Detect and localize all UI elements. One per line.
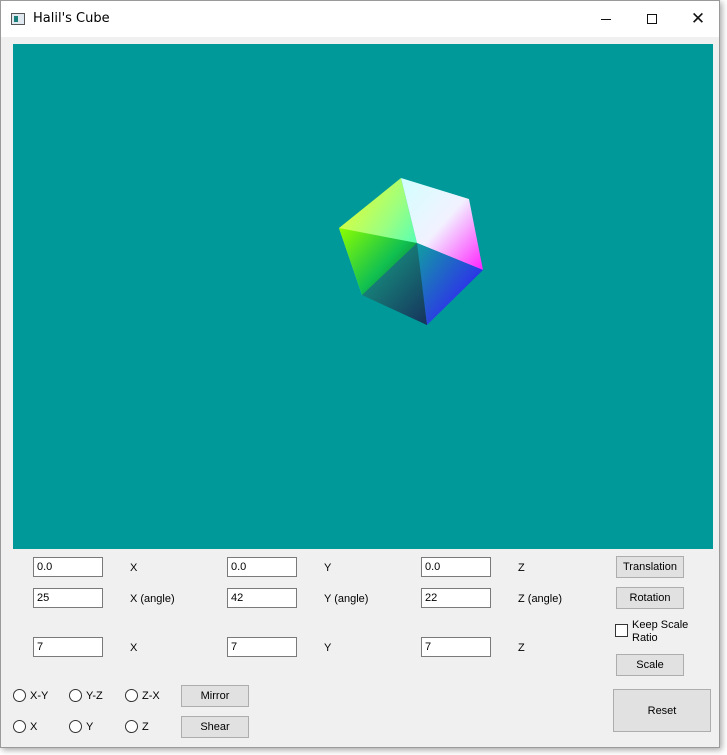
scale-z-input[interactable] <box>421 637 491 657</box>
minimize-icon <box>601 18 611 20</box>
shear-y-label: Y <box>86 721 94 733</box>
window-title: Halil's Cube <box>33 11 110 26</box>
translation-z-input[interactable] <box>421 557 491 577</box>
rotation-button[interactable]: Rotation <box>616 587 684 609</box>
translation-y-input[interactable] <box>227 557 297 577</box>
rotation-x-label: X (angle) <box>130 593 175 605</box>
translation-y-label: Y <box>324 562 332 574</box>
rotation-x-input[interactable] <box>33 588 103 608</box>
mirror-zx-radio[interactable] <box>125 689 138 702</box>
shear-z-radio[interactable] <box>125 720 138 733</box>
rotation-y-input[interactable] <box>227 588 297 608</box>
mirror-button[interactable]: Mirror <box>181 685 249 707</box>
translation-button[interactable]: Translation <box>616 556 684 578</box>
keep-scale-ratio-checkbox[interactable] <box>615 624 628 637</box>
translation-x-input[interactable] <box>33 557 103 577</box>
shear-x-label: X <box>30 721 38 733</box>
scale-x-label: X <box>130 642 138 654</box>
shear-button[interactable]: Shear <box>181 716 249 738</box>
scale-button[interactable]: Scale <box>616 654 684 676</box>
shear-x-radio[interactable] <box>13 720 26 733</box>
shear-y-radio[interactable] <box>69 720 82 733</box>
rgb-cube <box>339 178 483 325</box>
translation-x-label: X <box>130 562 138 574</box>
mirror-xy-radio[interactable] <box>13 689 26 702</box>
app-window: Halil's Cube ✕ 0.0 X 0.0 Y 0.0 Z Transla… <box>0 0 720 748</box>
scale-y-input[interactable] <box>227 637 297 657</box>
mirror-zx-label: Z-X <box>142 690 160 702</box>
scale-x-input[interactable] <box>33 637 103 657</box>
mirror-yz-radio[interactable] <box>69 689 82 702</box>
render-viewport[interactable] <box>13 44 713 549</box>
mirror-yz-label: Y-Z <box>86 690 103 702</box>
rotation-z-label: Z (angle) <box>518 593 563 605</box>
cube-canvas <box>339 178 483 325</box>
minimize-button[interactable] <box>583 1 629 37</box>
translation-z-label: Z <box>518 562 525 574</box>
close-button[interactable]: ✕ <box>675 1 721 37</box>
keep-scale-ratio-label-line1: Keep Scale <box>632 619 689 631</box>
rotation-z-input[interactable] <box>421 588 491 608</box>
scale-y-label: Y <box>324 642 332 654</box>
scale-z-label: Z <box>518 642 525 654</box>
app-icon <box>11 13 25 25</box>
rotation-y-label: Y (angle) <box>324 593 369 605</box>
title-bar[interactable]: Halil's Cube ✕ <box>1 1 719 37</box>
mirror-xy-label: X-Y <box>30 690 49 702</box>
maximize-button[interactable] <box>629 1 675 37</box>
shear-z-label: Z <box>142 721 149 733</box>
keep-scale-ratio-label-line2: Ratio <box>632 632 658 644</box>
maximize-icon <box>647 14 657 24</box>
close-icon: ✕ <box>690 8 706 29</box>
reset-button[interactable]: Reset <box>613 689 711 732</box>
